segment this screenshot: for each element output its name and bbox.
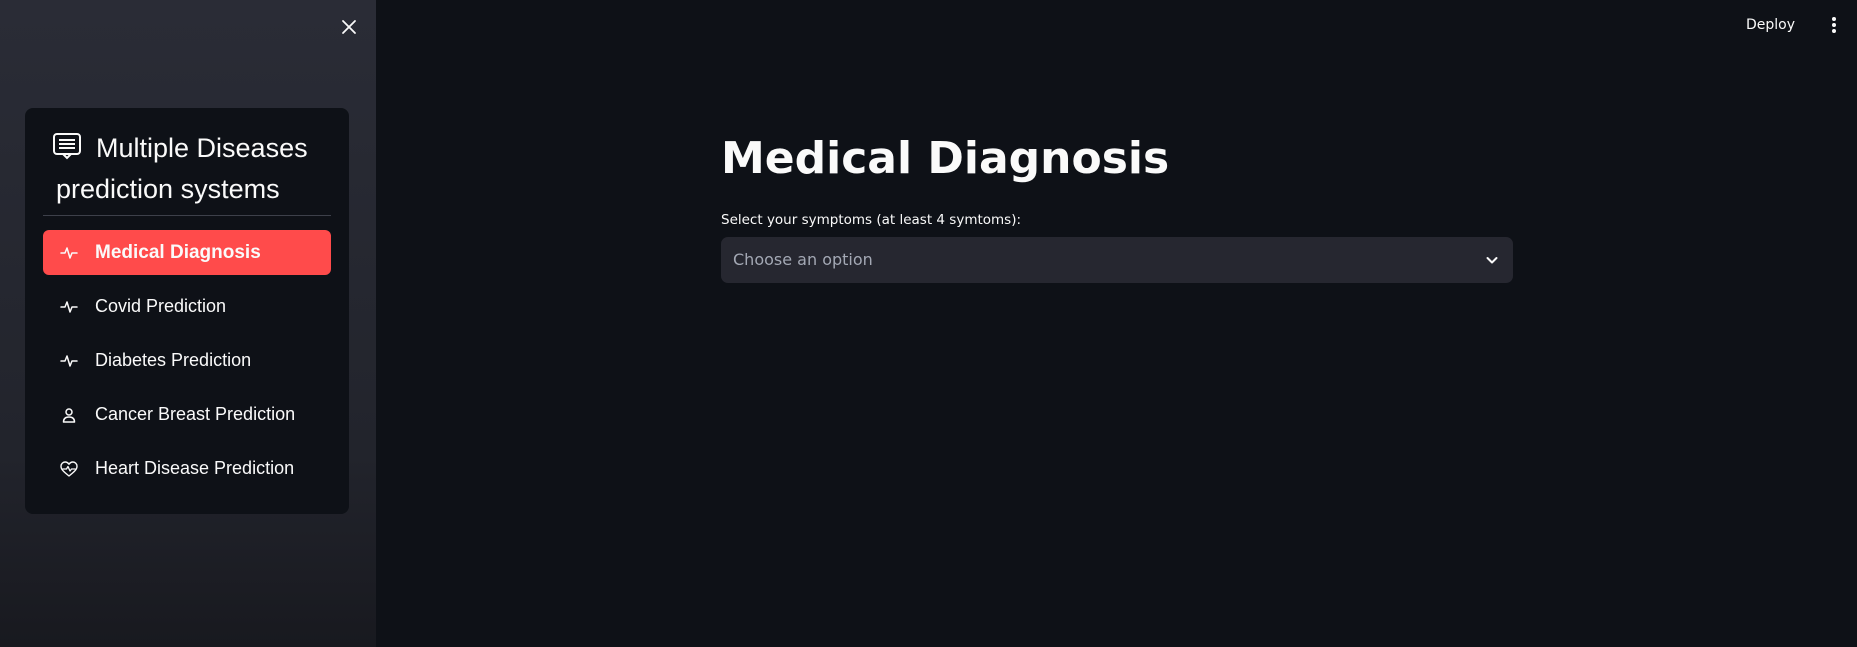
nav-item-covid-prediction[interactable]: Covid Prediction	[43, 284, 331, 329]
nav-item-label: Covid Prediction	[95, 296, 227, 316]
symptoms-label: Select your symptoms (at least 4 symtoms…	[721, 212, 1022, 228]
nav-item-medical-diagnosis[interactable]: Medical Diagnosis	[43, 230, 331, 275]
deploy-button[interactable]: Deploy	[1746, 12, 1795, 38]
app-root: Multiple Diseases prediction systems Med…	[0, 0, 1857, 647]
symptoms-multiselect[interactable]: Choose an option	[721, 237, 1513, 283]
nav-item-label: Cancer Breast Prediction	[95, 404, 296, 424]
activity-icon	[59, 297, 79, 317]
option-menu: Multiple Diseases prediction systems Med…	[25, 108, 349, 514]
menu-title-text: Multiple Diseases prediction systems	[56, 133, 308, 204]
activity-icon	[59, 351, 79, 371]
activity-icon	[59, 243, 79, 263]
chevron-down-icon[interactable]	[1483, 251, 1501, 269]
list-card-icon	[53, 133, 81, 160]
menu-divider	[43, 215, 331, 216]
kebab-menu-icon	[1832, 17, 1836, 33]
main-menu-button[interactable]	[1826, 12, 1842, 38]
select-placeholder: Choose an option	[733, 250, 873, 269]
nav-item-label: Diabetes Prediction	[95, 350, 252, 370]
nav-item-cancer-breast-prediction[interactable]: Cancer Breast Prediction	[43, 392, 331, 437]
nav-item-heart-disease-prediction[interactable]: Heart Disease Prediction	[43, 446, 331, 491]
nav-item-diabetes-prediction[interactable]: Diabetes Prediction	[43, 338, 331, 383]
nav-item-label: Medical Diagnosis	[95, 241, 261, 263]
heart-pulse-icon	[59, 459, 79, 479]
nav-item-label: Heart Disease Prediction	[95, 458, 295, 478]
menu-title: Multiple Diseases prediction systems	[53, 128, 336, 210]
close-icon	[342, 20, 356, 34]
page-title: Medical Diagnosis	[721, 133, 1170, 184]
close-sidebar-button[interactable]	[336, 14, 362, 40]
sidebar: Multiple Diseases prediction systems Med…	[0, 0, 376, 647]
person-icon	[59, 405, 79, 425]
